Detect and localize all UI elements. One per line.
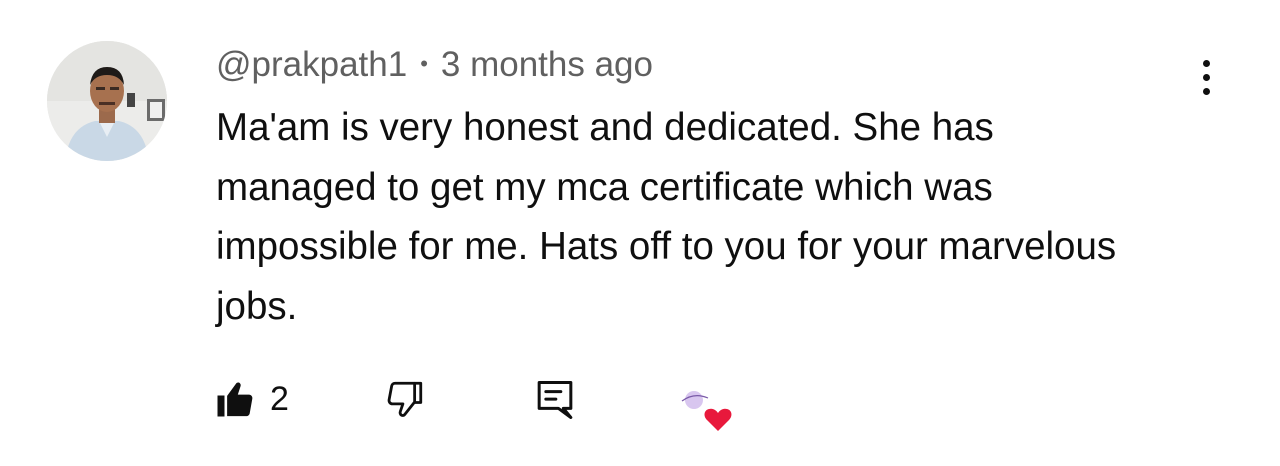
- comment-actions: 2: [0, 370, 1280, 440]
- like-button[interactable]: 2: [214, 378, 289, 420]
- creator-heart-icon: [681, 391, 732, 431]
- like-count: 2: [270, 379, 289, 418]
- reply-comment-icon: [537, 381, 573, 419]
- more-options-button[interactable]: [1186, 52, 1226, 102]
- reply-button[interactable]: [535, 378, 575, 427]
- author-handle[interactable]: @prakpath1: [216, 45, 407, 85]
- avatar[interactable]: [47, 41, 167, 161]
- comment-thread: @prakpath1 • 3 months ago Ma'am is very …: [0, 0, 1280, 466]
- dislike-button[interactable]: [384, 378, 426, 425]
- comment-meta: @prakpath1 • 3 months ago: [216, 44, 653, 86]
- thumbs-up-filled-icon: [217, 382, 253, 417]
- vertical-dots-icon: [1202, 59, 1210, 67]
- avatar-photo: [47, 41, 167, 161]
- thumbs-down-outline-icon: [387, 381, 423, 417]
- creator-heart-badge[interactable]: [676, 388, 738, 436]
- vertical-dots-icon: [1202, 73, 1210, 81]
- meta-separator: •: [420, 51, 428, 76]
- comment-text: Ma'am is very honest and dedicated. She …: [216, 106, 1117, 328]
- comment-timestamp[interactable]: 3 months ago: [441, 45, 653, 85]
- vertical-dots-icon: [1202, 87, 1210, 95]
